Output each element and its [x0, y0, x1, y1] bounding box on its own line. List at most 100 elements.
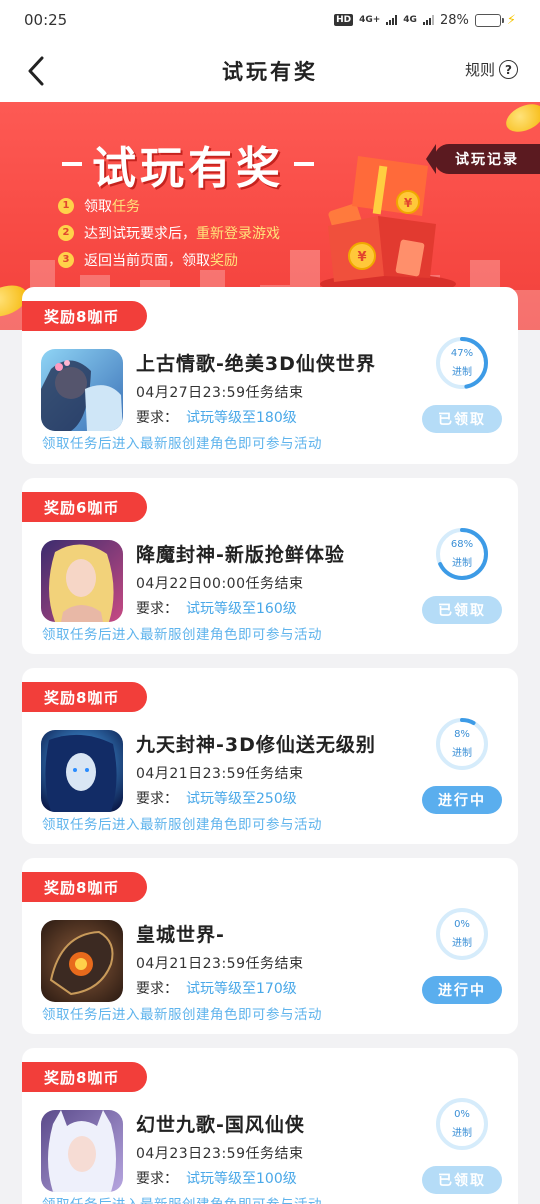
progress-label: 进制 — [452, 558, 472, 569]
progress-ring: 0% 进制 — [434, 906, 490, 962]
status-time: 00:25 — [24, 11, 68, 29]
coin-decoration-2 — [501, 102, 540, 138]
task-note: 领取任务后进入最新服创建角色即可参与活动 — [42, 436, 322, 452]
progress-percent: 68% — [450, 539, 474, 550]
step-item: 2 达到试玩要求后，重新登录游戏 — [58, 219, 280, 246]
charging-icon: ⚡ — [506, 12, 516, 28]
task-requirement: 要求： 试玩等级至170级 — [136, 978, 297, 998]
requirement-level: 试玩等级至180级 — [186, 410, 297, 426]
task-deadline: 04月21日23:59任务结束 — [136, 956, 304, 972]
signal-icon-2 — [422, 15, 434, 25]
steps-list: 1 领取任务 2 达到试玩要求后，重新登录游戏 3 返回当前页面，领取奖励 — [58, 192, 280, 273]
rules-button[interactable]: 规则 ? — [465, 59, 518, 80]
back-button[interactable] — [22, 54, 52, 88]
reward-tag: 奖励8咖币 — [22, 1062, 148, 1092]
step-text-main: 返回当前页面，领取 — [84, 252, 210, 269]
network-label-2: 4G — [403, 14, 417, 25]
task-requirement: 要求： 试玩等级至160级 — [136, 598, 297, 618]
progress-ring: 47% 进制 — [434, 335, 490, 391]
task-deadline: 04月27日23:59任务结束 — [136, 385, 304, 401]
banner-title-text: 试玩有奖 — [92, 143, 284, 194]
progress-label: 进制 — [452, 367, 472, 378]
progress-percent: 0% — [454, 919, 470, 930]
task-requirement: 要求： 试玩等级至180级 — [136, 407, 297, 427]
game-icon-fairy — [41, 349, 123, 431]
step-text: 返回当前页面，领取奖励 — [84, 250, 238, 270]
help-icon: ? — [499, 60, 518, 79]
requirement-label: 要求： — [136, 601, 178, 617]
task-card[interactable]: 奖励8咖币 上古情歌-绝美3D仙侠世界 04月27日23:59任务结束 要求： 试… — [22, 287, 518, 464]
progress-ring: 68% 进制 — [434, 526, 490, 582]
signal-icon — [386, 15, 398, 25]
requirement-level: 试玩等级至250级 — [186, 791, 297, 807]
network-4g-plus: 4G+ — [359, 15, 380, 25]
in-progress-button[interactable]: 进行中 — [422, 976, 502, 1004]
progress-percent: 0% — [454, 1109, 470, 1120]
game-icon-dragon — [41, 920, 123, 1002]
requirement-level: 试玩等级至100级 — [186, 1171, 297, 1187]
svg-text:¥: ¥ — [404, 196, 413, 210]
reward-tag: 奖励8咖币 — [22, 301, 148, 331]
step-text: 领取任务 — [84, 196, 140, 216]
task-deadline: 04月22日00:00任务结束 — [136, 576, 304, 592]
progress-percent: 8% — [454, 729, 470, 740]
rules-label: 规则 — [464, 61, 495, 79]
battery-percent: 28% — [439, 12, 469, 28]
task-requirement: 要求： 试玩等级至100级 — [136, 1168, 297, 1188]
progress-ring: 0% 进制 — [434, 1096, 490, 1152]
progress-label: 进制 — [452, 938, 472, 949]
status-icons: HD 4G+ 4G 28% ⚡ — [334, 13, 516, 28]
step-item: 3 返回当前页面，领取奖励 — [58, 246, 280, 273]
title-dash-left — [62, 162, 82, 166]
game-name: 降魔封神-新版抢鲜体验 — [136, 544, 345, 566]
task-requirement: 要求： 试玩等级至250级 — [136, 788, 297, 808]
reward-tag: 奖励6咖币 — [22, 492, 148, 522]
step-number: 3 — [58, 251, 74, 268]
task-card[interactable]: 奖励6咖币 降魔封神-新版抢鲜体验 04月22日00:00任务结束 要求： 试玩等… — [22, 478, 518, 654]
step-text-main: 领取 — [84, 198, 112, 215]
task-card[interactable]: 奖励8咖币 皇城世界- 04月21日23:59任务结束 要求： 试玩等级至170级… — [22, 858, 518, 1034]
task-note: 领取任务后进入最新服创建角色即可参与活动 — [42, 627, 322, 643]
requirement-level: 试玩等级至160级 — [186, 601, 297, 617]
requirement-label: 要求： — [136, 791, 178, 807]
claimed-button[interactable]: 已领取 — [422, 405, 502, 433]
step-text-highlight: 重新登录游戏 — [196, 225, 280, 242]
task-list: 奖励8咖币 上古情歌-绝美3D仙侠世界 04月27日23:59任务结束 要求： 试… — [22, 287, 518, 1204]
progress-label: 进制 — [452, 748, 472, 759]
task-note: 领取任务后进入最新服创建角色即可参与活动 — [42, 817, 322, 833]
step-number: 2 — [58, 224, 74, 241]
reward-tag: 奖励8咖币 — [22, 682, 148, 712]
hd-badge: HD — [334, 14, 354, 26]
game-icon-blonde — [41, 540, 123, 622]
game-name: 皇城世界- — [136, 924, 225, 946]
svg-text:¥: ¥ — [357, 250, 366, 265]
game-name: 九天封神-3D修仙送无级别 — [136, 734, 376, 756]
step-text-highlight: 奖励 — [210, 252, 238, 269]
reward-tag: 奖励8咖币 — [22, 872, 148, 902]
game-icon-white-hair — [41, 1110, 123, 1192]
claimed-button[interactable]: 已领取 — [422, 1166, 502, 1194]
status-bar: 00:25 HD 4G+ 4G 28% ⚡ — [0, 0, 540, 40]
step-item: 1 领取任务 — [58, 192, 280, 219]
step-text-main: 达到试玩要求后， — [84, 225, 196, 242]
step-number: 1 — [58, 197, 74, 214]
progress-percent: 47% — [450, 348, 474, 359]
task-deadline: 04月23日23:59任务结束 — [136, 1146, 304, 1162]
nav-header: 试玩有奖 规则 ? — [0, 40, 540, 102]
task-card[interactable]: 奖励8咖币 九天封神-3D修仙送无级别 04月21日23:59任务结束 要求： 试… — [22, 668, 518, 844]
game-name: 上古情歌-绝美3D仙侠世界 — [136, 353, 376, 375]
task-card[interactable]: 奖励8咖币 幻世九歌-国风仙侠 04月23日23:59任务结束 要求： 试玩等级至… — [22, 1048, 518, 1204]
step-text-highlight: 任务 — [112, 198, 140, 215]
in-progress-button[interactable]: 进行中 — [422, 786, 502, 814]
network-4g: 4G — [403, 14, 417, 25]
title-dash-right — [294, 162, 314, 166]
task-deadline: 04月21日23:59任务结束 — [136, 766, 304, 782]
requirement-label: 要求： — [136, 410, 178, 426]
claimed-button[interactable]: 已领取 — [422, 596, 502, 624]
progress-ring: 8% 进制 — [434, 716, 490, 772]
requirement-level: 试玩等级至170级 — [186, 981, 297, 997]
banner-title: 试玩有奖 — [62, 132, 314, 196]
trial-record-button[interactable]: 试玩记录 — [426, 144, 540, 174]
requirement-label: 要求： — [136, 1171, 178, 1187]
task-note: 领取任务后进入最新服创建角色即可参与活动 — [42, 1007, 322, 1023]
